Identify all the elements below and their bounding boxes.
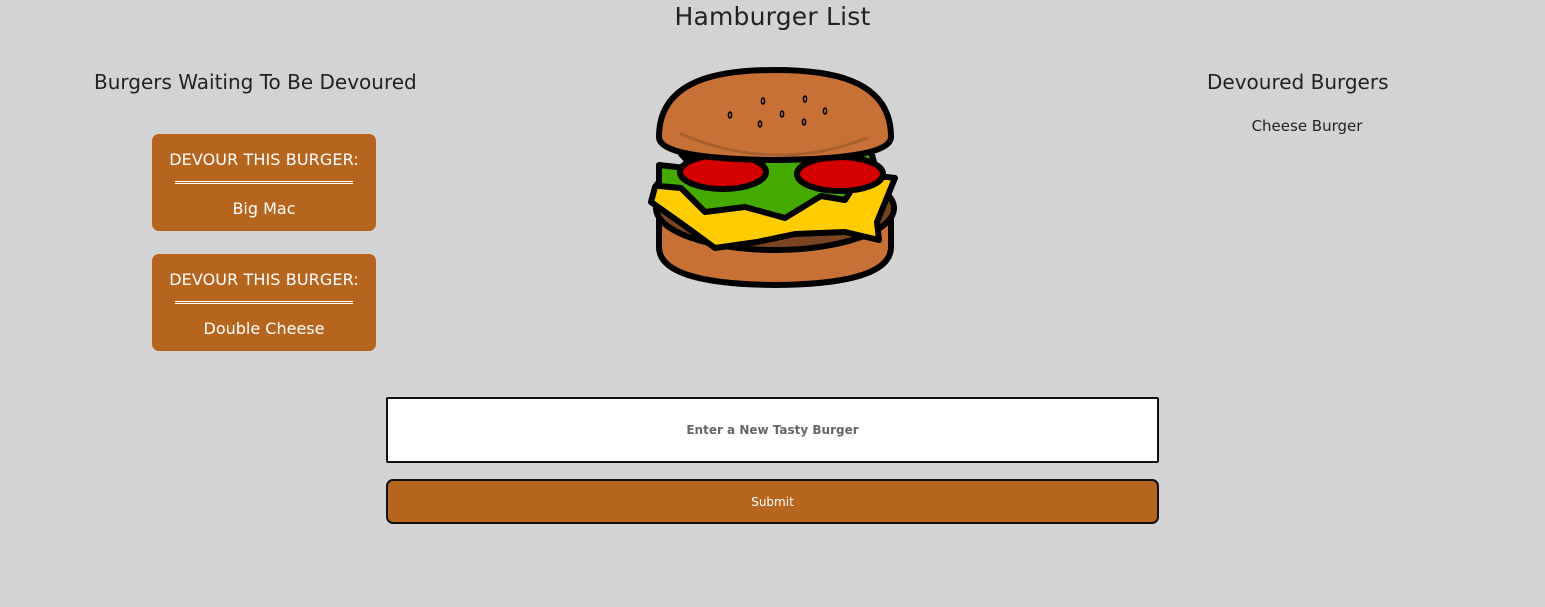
card-divider: [175, 181, 353, 184]
burger-name: Double Cheese: [203, 319, 325, 338]
devoured-burger-item: Cheese Burger: [1251, 117, 1363, 135]
card-divider: [175, 301, 353, 304]
waiting-burgers-heading: Burgers Waiting To Be Devoured: [94, 70, 417, 94]
devoured-burgers-heading: Devoured Burgers: [1207, 70, 1389, 94]
page-title: Hamburger List: [674, 2, 871, 31]
burger-name: Big Mac: [232, 199, 296, 218]
new-burger-input[interactable]: [386, 397, 1159, 463]
devour-burger-button[interactable]: DEVOUR THIS BURGER: Double Cheese: [152, 254, 376, 351]
devour-action-label: DEVOUR THIS BURGER:: [169, 150, 359, 169]
submit-button[interactable]: Submit: [386, 479, 1159, 524]
devour-burger-button[interactable]: DEVOUR THIS BURGER: Big Mac: [152, 134, 376, 231]
devour-action-label: DEVOUR THIS BURGER:: [169, 270, 359, 289]
hamburger-illustration-icon: [648, 67, 898, 288]
